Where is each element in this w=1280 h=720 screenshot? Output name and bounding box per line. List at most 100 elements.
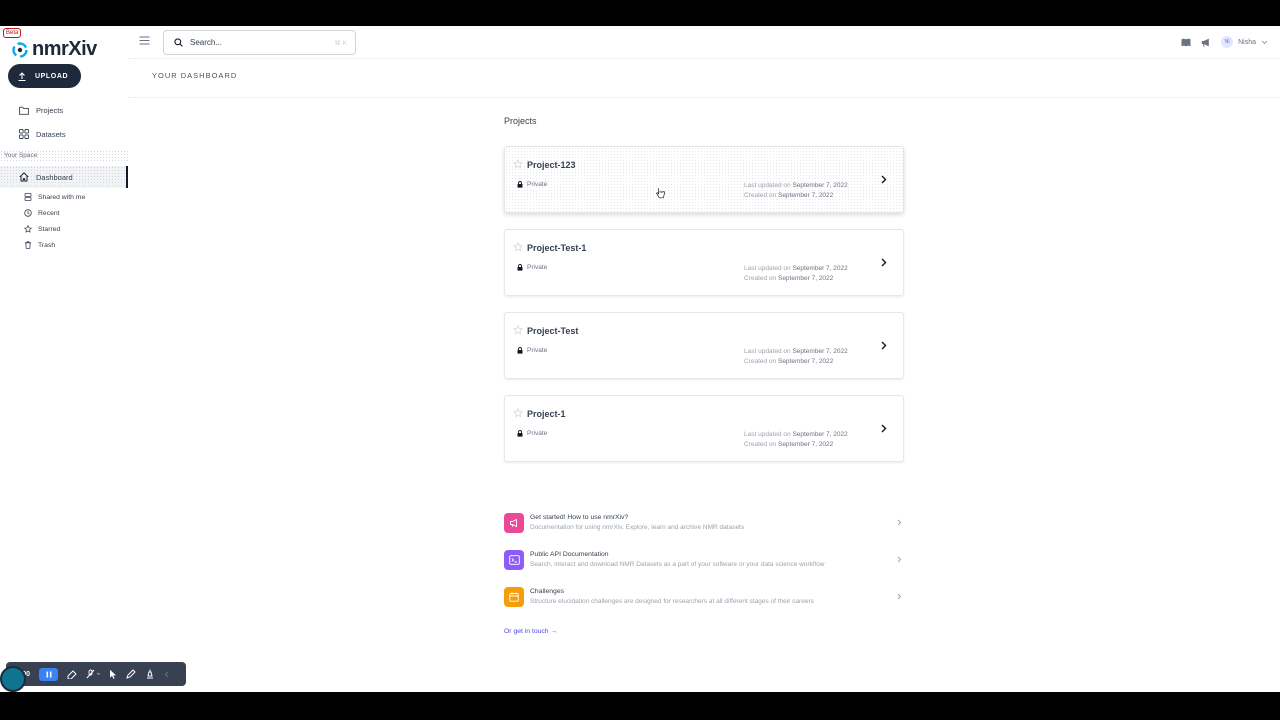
chevron-right-icon <box>897 593 902 600</box>
resource-title: Get started! How to use nmrXiv? <box>530 514 629 521</box>
project-dates: Last updated on September 7, 2022 Create… <box>744 430 848 450</box>
app-logo[interactable]: Beta nmrXiv <box>3 28 120 60</box>
created-prefix: Created on <box>744 192 777 199</box>
megaphone-icon[interactable] <box>1201 38 1211 47</box>
updated-date: September 7, 2022 <box>792 182 848 189</box>
resource-desc: Structure elucidation challenges are des… <box>530 598 814 605</box>
sidebar-item-starred[interactable]: Starred <box>0 224 128 234</box>
sidebar-item-recent[interactable]: Recent <box>0 208 128 218</box>
pause-icon <box>46 671 52 677</box>
get-in-touch-link[interactable]: Or get in touch → <box>504 628 557 635</box>
collapse-icon[interactable] <box>164 671 169 678</box>
upload-label: UPLOAD <box>35 72 69 80</box>
folder-icon <box>19 106 29 115</box>
project-title[interactable]: Project-123 <box>527 160 576 170</box>
book-icon[interactable] <box>1181 38 1191 47</box>
lock-icon <box>517 430 523 437</box>
star-icon[interactable] <box>513 242 523 252</box>
project-card[interactable]: Project-Test-1 Private Last updated on S… <box>504 229 904 296</box>
updated-date: September 7, 2022 <box>792 431 848 438</box>
mic-off-icon[interactable] <box>86 669 101 679</box>
sidebar-item-projects[interactable]: Projects <box>0 104 128 116</box>
pen-icon[interactable] <box>126 669 136 679</box>
updated-prefix: Last updated on <box>744 431 791 438</box>
created-date: September 7, 2022 <box>777 275 834 282</box>
sidebar-item-dashboard[interactable]: Dashboard <box>0 171 128 183</box>
sidebar-item-label: Shared with me <box>38 193 86 201</box>
created-date: September 7, 2022 <box>777 441 834 448</box>
terminal-icon <box>504 550 524 570</box>
project-dates: Last updated on September 7, 2022 Create… <box>744 181 848 201</box>
project-dates: Last updated on September 7, 2022 Create… <box>744 264 848 284</box>
star-icon[interactable] <box>513 408 523 418</box>
sidebar-item-label: Recent <box>38 209 60 217</box>
pause-button[interactable] <box>39 667 59 681</box>
project-card[interactable]: Project-Test Private Last updated on Sep… <box>504 312 904 379</box>
sidebar-item-label: Datasets <box>36 129 66 139</box>
updated-prefix: Last updated on <box>744 182 791 189</box>
star-icon[interactable] <box>513 159 523 169</box>
star-icon[interactable] <box>513 325 523 335</box>
chevron-right-icon[interactable] <box>881 175 887 184</box>
visibility: Private <box>517 430 547 437</box>
sidebar-item-trash[interactable]: Trash <box>0 240 128 250</box>
chevron-right-icon <box>897 519 902 526</box>
chevron-down-icon <box>1261 40 1268 44</box>
visibility-label: Private <box>527 264 548 271</box>
recorder-webcam-bubble[interactable] <box>0 666 26 692</box>
search-icon <box>174 38 183 47</box>
top-bar: Search... ⌘ K NI Nisha <box>128 26 1280 59</box>
menu-icon[interactable] <box>139 36 150 45</box>
project-card[interactable]: Project-123 Private Last updated on Sept… <box>504 146 904 213</box>
created-date: September 7, 2022 <box>777 358 834 365</box>
upload-button[interactable]: UPLOAD <box>8 64 81 88</box>
projects-heading: Projects <box>504 116 537 126</box>
visibility-label: Private <box>527 181 548 188</box>
visibility: Private <box>517 347 547 354</box>
star-icon <box>24 225 32 233</box>
sidebar-item-shared[interactable]: Shared with me <box>0 192 128 202</box>
resource-challenges[interactable]: Challenges Structure elucidation challen… <box>504 587 904 609</box>
chevron-right-icon <box>897 556 902 563</box>
user-menu[interactable]: NI Nisha <box>1221 36 1268 48</box>
megaphone-icon <box>504 513 524 533</box>
visibility-label: Private <box>527 347 548 354</box>
resource-get-started[interactable]: Get started! How to use nmrXiv? Document… <box>504 513 904 535</box>
project-title[interactable]: Project-1 <box>527 409 566 419</box>
top-right-actions: NI Nisha <box>1181 36 1268 48</box>
lock-icon <box>517 264 523 271</box>
calendar-icon <box>504 587 524 607</box>
project-title[interactable]: Project-Test <box>527 326 578 336</box>
highlighter-icon[interactable] <box>145 669 155 679</box>
project-card[interactable]: Project-1 Private Last updated on Septem… <box>504 395 904 462</box>
resource-api-docs[interactable]: Public API Documentation Search, interac… <box>504 550 904 572</box>
updated-date: September 7, 2022 <box>792 348 848 355</box>
sidebar-item-datasets[interactable]: Datasets <box>0 128 128 140</box>
search-shortcut: ⌘ K <box>334 40 347 47</box>
grid-icon <box>19 129 29 139</box>
recorder-toolbar: 0:00 <box>6 662 186 686</box>
resource-desc: Documentation for using nmrXiv. Explore,… <box>530 524 745 531</box>
sidebar-item-label: Projects <box>36 105 64 115</box>
created-prefix: Created on <box>744 275 777 282</box>
eraser-icon[interactable] <box>67 669 77 679</box>
created-prefix: Created on <box>744 441 777 448</box>
home-icon <box>19 172 29 182</box>
updated-date: September 7, 2022 <box>792 265 848 272</box>
resource-desc: Search, interact and download NMR Datase… <box>530 561 825 568</box>
sidebar: Beta nmrXiv UPLOAD Projects Datasets You… <box>0 26 128 692</box>
logo-icon <box>12 42 28 58</box>
project-dates: Last updated on September 7, 2022 Create… <box>744 347 848 367</box>
chevron-right-icon[interactable] <box>881 258 887 267</box>
created-prefix: Created on <box>744 358 777 365</box>
project-title[interactable]: Project-Test-1 <box>527 243 586 253</box>
resource-title: Public API Documentation <box>530 551 609 558</box>
chevron-right-icon[interactable] <box>881 424 887 433</box>
clock-icon <box>24 209 32 217</box>
updated-prefix: Last updated on <box>744 348 791 355</box>
section-label-your-space: Your Space <box>0 150 128 161</box>
updated-prefix: Last updated on <box>744 265 791 272</box>
pointer-icon[interactable] <box>109 669 117 679</box>
search-input[interactable]: Search... ⌘ K <box>163 30 356 55</box>
chevron-right-icon[interactable] <box>881 341 887 350</box>
